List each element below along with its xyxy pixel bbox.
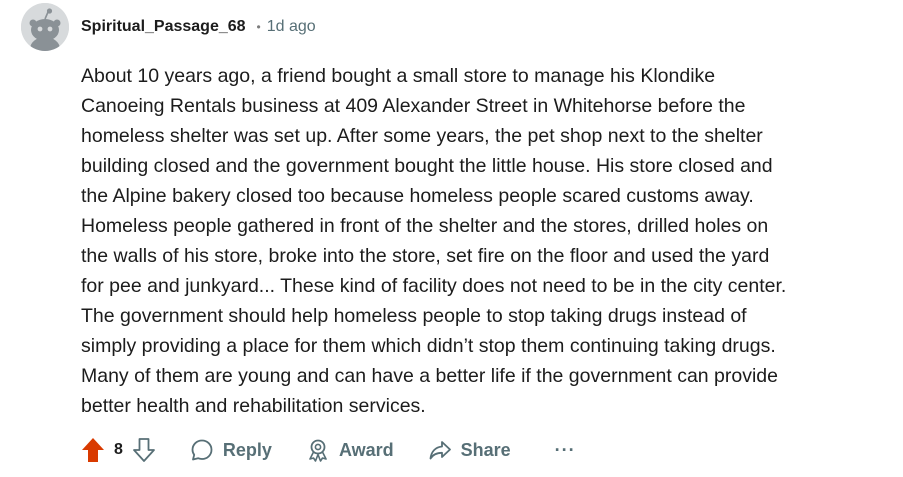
vote-score: 8 [114,441,123,458]
comment-body: About 10 years ago, a friend bought a sm… [81,61,881,421]
comment-body-line: the walls of his store, broke into the s… [81,245,770,267]
comment-timestamp[interactable]: 1d ago [267,18,316,36]
downvote-arrow-icon [133,438,155,462]
snoo-avatar-icon [21,3,69,51]
share-button[interactable]: Share [428,438,511,462]
award-label: Award [338,439,394,460]
author-username[interactable]: Spiritual_Passage_68 [81,18,246,36]
comment-action-bar: 8 Reply Award Share ··· [80,434,576,466]
award-button[interactable]: Award [306,438,394,462]
share-arrow-icon [429,441,451,460]
comment-body-line: Canoeing Rentals business at 409 Alexand… [81,95,746,117]
comment-body-line: About 10 years ago, a friend bought a sm… [81,65,716,87]
share-label: Share [460,439,511,460]
comment-body-line: the Alpine bakery closed too because hom… [81,185,754,207]
comment-body-line: Many of them are young and can have a be… [81,365,779,387]
comment-body-line: better health and rehabilitation service… [81,395,426,417]
reply-button[interactable]: Reply [190,438,272,462]
upvote-button[interactable] [80,436,106,464]
comment-body-line: homeless shelter was set up. After some … [81,125,763,147]
comment-body-line: Homeless people gathered in front of the… [81,215,769,237]
downvote-button[interactable] [132,436,156,464]
award-icon [309,439,327,462]
vote-controls: 8 [80,436,156,464]
comment-body-line: for pee and junkyard... These kind of fa… [81,275,787,297]
comment-body-line: The government should help homeless peop… [81,305,747,327]
comment-body-line: building closed and the government bough… [81,155,773,177]
comment-bubble-icon [191,439,213,461]
more-options-button[interactable]: ··· [555,440,576,461]
upvote-arrow-icon [82,438,104,462]
comment-body-line: simply providing a place for them which … [81,335,776,357]
reply-label: Reply [222,439,272,460]
comment: Spiritual_Passage_68 • 1d ago About 10 y… [0,0,903,477]
meta-separator: • [256,20,261,34]
comment-meta: Spiritual_Passage_68 • 1d ago [81,16,316,38]
avatar[interactable] [21,3,69,51]
